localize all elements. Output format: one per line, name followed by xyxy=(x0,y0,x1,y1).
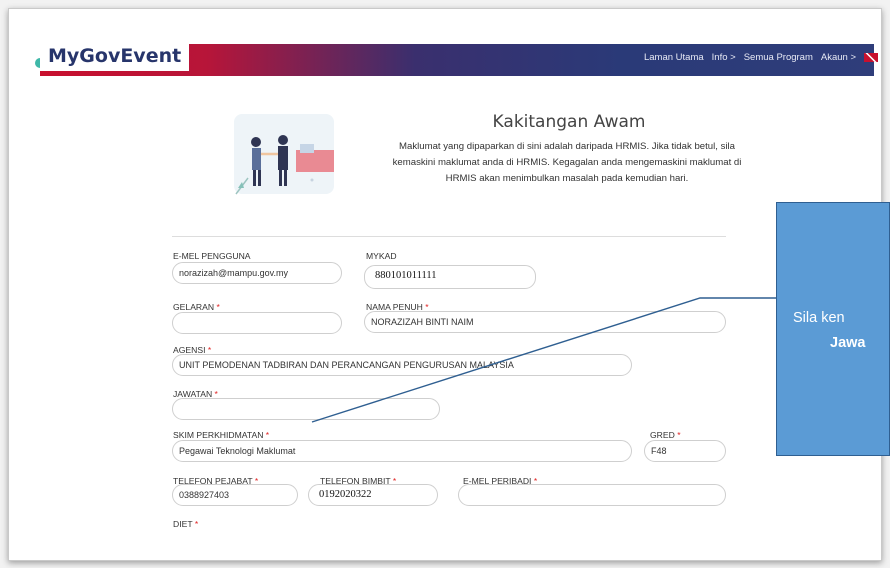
callout-text-line2: Jawa xyxy=(830,335,866,351)
nav-laman-utama[interactable]: Laman Utama xyxy=(644,52,704,63)
email-field[interactable]: norazizah@mampu.gov.my xyxy=(172,262,342,284)
nav-akaun[interactable]: Akaun > xyxy=(821,52,856,63)
nav-links: Laman Utama Info > Semua Program Akaun > xyxy=(644,44,878,70)
tel-pejabat-field[interactable]: 0388927403 xyxy=(172,484,298,506)
callout-box xyxy=(776,202,890,456)
mykad-field[interactable]: 880101011111 xyxy=(364,265,536,289)
skim-field[interactable]: Pegawai Teknologi Maklumat xyxy=(172,440,632,462)
jawatan-field[interactable] xyxy=(172,398,440,420)
nav-info[interactable]: Info > xyxy=(712,52,736,63)
section-divider xyxy=(172,236,726,237)
tel-bimbit-field[interactable]: 0192020322 xyxy=(308,484,438,506)
gred-label: GRED * xyxy=(650,430,681,440)
skim-label: SKIM PERKHIDMATAN * xyxy=(173,430,270,440)
office-handshake-illustration xyxy=(234,114,334,195)
emel-peribadi-field[interactable] xyxy=(458,484,726,506)
mykad-label: MYKAD xyxy=(366,251,397,261)
language-flag-icon[interactable] xyxy=(864,52,878,62)
page-title: Kakitangan Awam xyxy=(492,112,646,132)
callout-text-line1: Sila ken xyxy=(793,310,845,326)
diet-label: DIET * xyxy=(173,519,199,529)
brand-logo[interactable]: MyGovEvent xyxy=(40,41,190,71)
intro-notice: Maklumat yang dipaparkan di sini adalah … xyxy=(392,141,742,184)
gred-field[interactable]: F48 xyxy=(644,440,726,462)
nav-semua-program[interactable]: Semua Program xyxy=(744,52,813,63)
agensi-field[interactable]: UNIT PEMODENAN TADBIRAN DAN PERANCANGAN … xyxy=(172,354,632,376)
gelaran-label: GELARAN * xyxy=(173,302,220,312)
email-label: E-MEL PENGGUNA xyxy=(173,251,251,261)
nama-field[interactable]: NORAZIZAH BINTI NAIM xyxy=(364,311,726,333)
gelaran-field[interactable] xyxy=(172,312,342,334)
